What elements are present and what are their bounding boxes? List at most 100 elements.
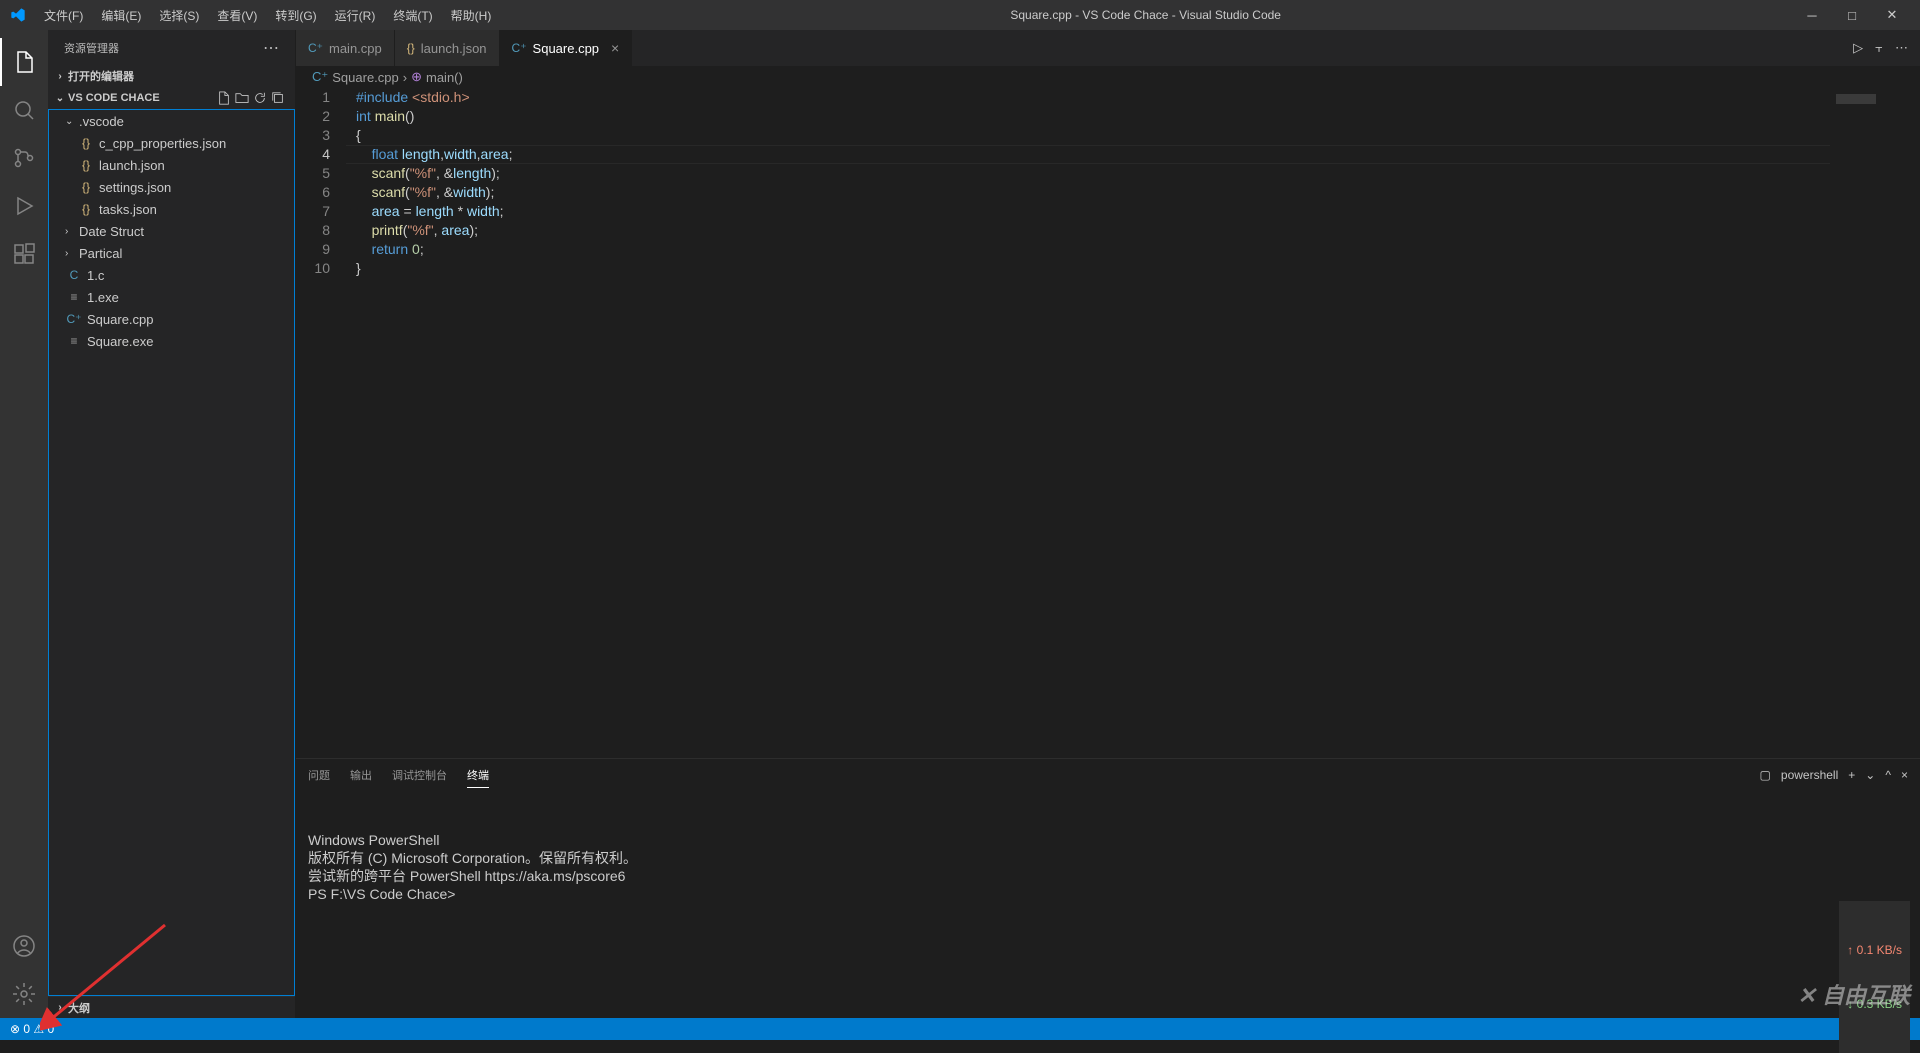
window-title: Square.cpp - VS Code Chace - Visual Stud… xyxy=(499,8,1792,22)
tree-item[interactable]: {}tasks.json xyxy=(49,198,294,220)
exe-icon: ≡ xyxy=(65,290,83,304)
refresh-icon[interactable] xyxy=(253,91,267,105)
cpp-icon: C⁺ xyxy=(512,41,527,55)
menu-item[interactable]: 转到(G) xyxy=(267,3,324,28)
terminal-line: 版权所有 (C) Microsoft Corporation。保留所有权利。 xyxy=(308,849,1908,867)
editor-tab[interactable]: C⁺ Square.cpp × xyxy=(500,30,633,66)
menubar: 文件(F)编辑(E)选择(S)查看(V)转到(G)运行(R)终端(T)帮助(H) xyxy=(36,3,499,28)
more-icon[interactable]: ⋯ xyxy=(1895,40,1908,56)
tree-item-label: Square.cpp xyxy=(87,312,154,327)
chevron-down-icon: ⌄ xyxy=(65,116,79,127)
window-controls: ─ □ ✕ xyxy=(1792,1,1912,29)
outline-section[interactable]: › 大纲 xyxy=(48,996,295,1018)
panel-tab[interactable]: 终端 xyxy=(467,763,489,788)
json-icon: {} xyxy=(77,136,95,150)
tree-item[interactable]: {} c_cpp_properties.json xyxy=(49,132,294,154)
menu-item[interactable]: 选择(S) xyxy=(151,3,207,28)
terminal-line: 尝试新的跨平台 PowerShell https://aka.ms/pscore… xyxy=(308,867,1908,885)
close-panel-icon[interactable]: × xyxy=(1901,768,1908,782)
terminal-panel: 问题输出调试控制台终端 ▢ powershell + ⌄ ^ × Windows Power… xyxy=(296,758,1920,1018)
terminal-dropdown-icon[interactable]: ⌄ xyxy=(1865,768,1875,782)
new-folder-icon[interactable] xyxy=(235,91,249,105)
tab-label: Square.cpp xyxy=(533,41,600,56)
open-editors-label: 打开的编辑器 xyxy=(68,68,134,84)
run-debug-icon[interactable] xyxy=(0,182,48,230)
tree-item[interactable]: ›Date Struct xyxy=(49,220,294,242)
activity-bar xyxy=(0,30,48,1018)
editor-area: C⁺main.cpp{}launch.jsonC⁺Square.cpp×▷⫟⋯ … xyxy=(296,30,1920,1018)
code-editor[interactable]: 12345678910 #include <stdio.h>int main()… xyxy=(296,88,1920,758)
line-numbers: 12345678910 xyxy=(296,88,346,758)
more-actions-icon[interactable]: ⋯ xyxy=(263,38,279,58)
tree-item[interactable]: ≡Square.exe xyxy=(49,330,294,352)
vscode-logo-icon xyxy=(8,5,28,25)
new-terminal-icon[interactable]: + xyxy=(1848,768,1855,782)
tree-item[interactable]: {}settings.json xyxy=(49,176,294,198)
tree-item[interactable]: {}launch.json xyxy=(49,154,294,176)
panel-tab[interactable]: 输出 xyxy=(350,763,372,787)
panel-tab[interactable]: 调试控制台 xyxy=(392,763,447,787)
function-icon: ⊕ xyxy=(411,69,422,85)
workspace-section[interactable]: ⌄ VS CODE CHACE xyxy=(48,87,295,109)
statusbar: ⊗ 0 ⚠ 0 📣 🔔 xyxy=(0,1018,1920,1040)
editor-tab[interactable]: C⁺ main.cpp xyxy=(296,30,395,66)
json-icon: {} xyxy=(77,180,95,194)
maximize-panel-icon[interactable]: ^ xyxy=(1885,768,1891,782)
close-button[interactable]: ✕ xyxy=(1872,1,1912,29)
new-file-icon[interactable] xyxy=(217,91,231,105)
tab-label: main.cpp xyxy=(329,41,382,56)
sidebar-header: 资源管理器 ⋯ xyxy=(48,30,295,65)
open-editors-section[interactable]: › 打开的编辑器 xyxy=(48,65,295,87)
code-content[interactable]: #include <stdio.h>int main(){ float leng… xyxy=(346,88,1830,758)
chevron-right-icon: › xyxy=(65,226,79,237)
chevron-right-icon: › xyxy=(52,71,68,82)
search-icon[interactable] xyxy=(0,86,48,134)
menu-item[interactable]: 运行(R) xyxy=(327,3,384,28)
sidebar: 资源管理器 ⋯ › 打开的编辑器 ⌄ VS CODE CHACE ⌄.vscod… xyxy=(48,30,296,1018)
terminal-shell-icon[interactable]: ▢ xyxy=(1760,768,1771,782)
tree-item[interactable]: ›Partical xyxy=(49,242,294,264)
problems-status[interactable]: ⊗ 0 ⚠ 0 xyxy=(10,1022,54,1036)
menu-item[interactable]: 帮助(H) xyxy=(443,3,500,28)
panel-tab[interactable]: 问题 xyxy=(308,763,330,787)
tree-item-label: Date Struct xyxy=(79,224,144,239)
minimap[interactable] xyxy=(1830,88,1920,758)
run-icon[interactable]: ▷ xyxy=(1853,40,1863,56)
breadcrumb-symbol: main() xyxy=(426,70,463,85)
sidebar-title: 资源管理器 xyxy=(64,40,119,56)
tree-item[interactable]: C1.c xyxy=(49,264,294,286)
minimize-button[interactable]: ─ xyxy=(1792,1,1832,29)
terminal-output[interactable]: Windows PowerShell版权所有 (C) Microsoft Cor… xyxy=(296,791,1920,1018)
menu-item[interactable]: 查看(V) xyxy=(209,3,265,28)
menu-item[interactable]: 编辑(E) xyxy=(93,3,149,28)
json-icon: {} xyxy=(77,158,95,172)
settings-gear-icon[interactable] xyxy=(0,970,48,1018)
cpp-icon: C⁺ xyxy=(308,41,323,55)
menu-item[interactable]: 终端(T) xyxy=(385,3,440,28)
breadcrumb[interactable]: C⁺ Square.cpp › ⊕ main() xyxy=(296,66,1920,88)
tree-item[interactable]: ⌄.vscode xyxy=(49,110,294,132)
split-editor-icon[interactable]: ⫟ xyxy=(1875,40,1883,56)
outline-label: 大纲 xyxy=(68,1000,90,1016)
extensions-icon[interactable] xyxy=(0,230,48,278)
explorer-icon[interactable] xyxy=(0,38,48,86)
tree-item[interactable]: ≡1.exe xyxy=(49,286,294,308)
panel-tabs: 问题输出调试控制台终端 ▢ powershell + ⌄ ^ × xyxy=(296,759,1920,791)
source-control-icon[interactable] xyxy=(0,134,48,182)
accounts-icon[interactable] xyxy=(0,922,48,970)
tree-item-label: c_cpp_properties.json xyxy=(99,136,226,151)
maximize-button[interactable]: □ xyxy=(1832,1,1872,29)
tree-item-label: Partical xyxy=(79,246,122,261)
collapse-all-icon[interactable] xyxy=(271,91,285,105)
json-icon: {} xyxy=(407,41,415,55)
editor-tabs: C⁺ main.cpp {} launch.json C⁺ Square.cpp × ▷ ⫟ ⋯ xyxy=(296,30,1920,66)
breadcrumb-file: Square.cpp xyxy=(332,70,399,85)
editor-tab[interactable]: {} launch.json xyxy=(395,30,500,66)
close-tab-icon[interactable]: × xyxy=(611,40,619,56)
tree-item[interactable]: C⁺Square.cpp xyxy=(49,308,294,330)
upload-speed: 0.1 KB/s xyxy=(1857,943,1902,957)
menu-item[interactable]: 文件(F) xyxy=(36,3,91,28)
tab-label: launch.json xyxy=(421,41,487,56)
terminal-shell-label: powershell xyxy=(1781,768,1838,782)
c-icon: C xyxy=(65,268,83,282)
